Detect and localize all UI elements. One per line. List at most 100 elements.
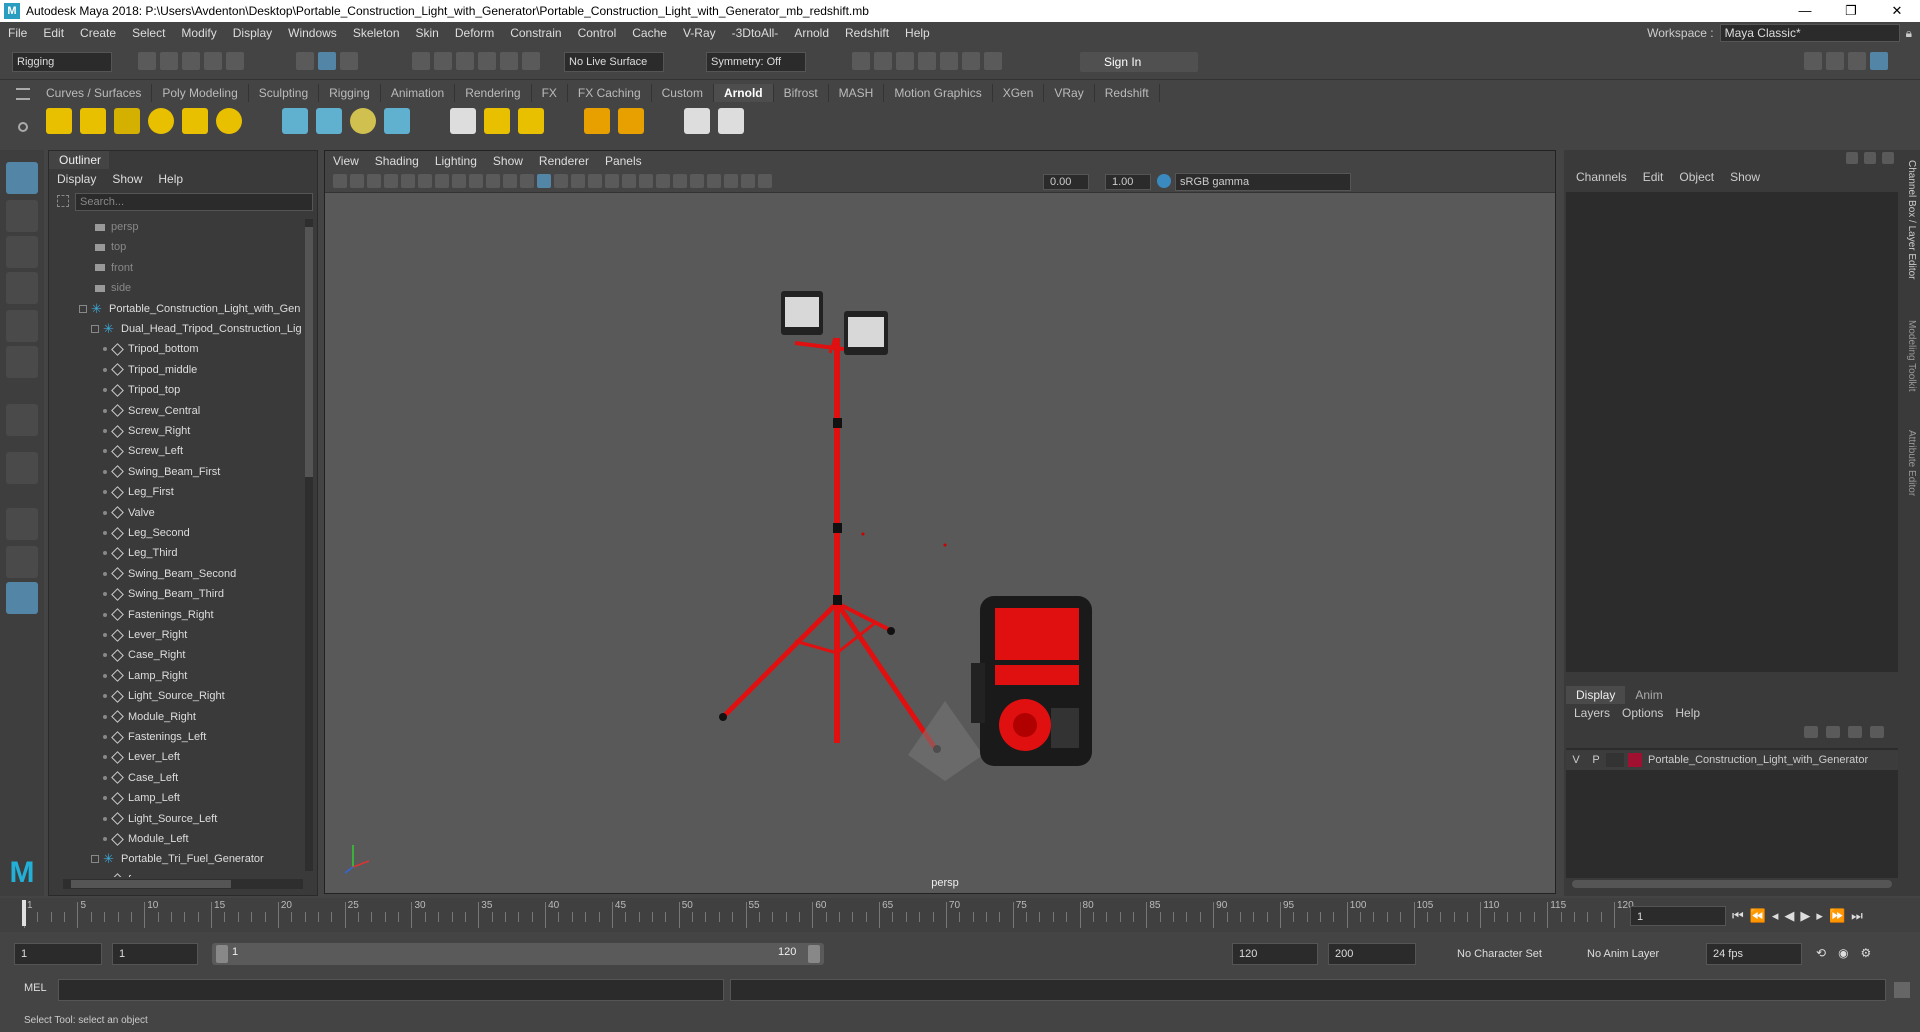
outliner-group-item[interactable]: ✳ Portable_Construction_Light_with_Gen	[79, 299, 300, 319]
outliner-mesh-item[interactable]: Module_Right	[103, 707, 196, 727]
arnold-skydome-light-icon[interactable]	[148, 108, 174, 134]
shelf-tab-motion-graphics[interactable]: Motion Graphics	[884, 84, 993, 102]
shelf-tab-animation[interactable]: Animation	[381, 84, 456, 102]
pause-icon[interactable]	[984, 52, 1002, 70]
expand-toggle-icon[interactable]	[103, 775, 107, 780]
field-chart-icon[interactable]	[469, 174, 483, 188]
open-scene-icon[interactable]	[160, 52, 178, 70]
bookmark-icon[interactable]	[367, 174, 381, 188]
new-scene-icon[interactable]	[138, 52, 156, 70]
play-backward-icon[interactable]: ◀	[1784, 908, 1794, 924]
color-management-icon[interactable]	[1157, 174, 1171, 188]
snap-view-icon[interactable]	[478, 52, 496, 70]
viewport-menu-view[interactable]: View	[325, 154, 367, 168]
expand-toggle-icon[interactable]	[103, 653, 107, 658]
textured-icon[interactable]	[571, 174, 585, 188]
shelf-tab-mash[interactable]: MASH	[829, 84, 885, 102]
collapse-toggle-icon[interactable]	[91, 855, 99, 864]
expand-toggle-icon[interactable]	[103, 367, 107, 372]
channel-box-help-icon[interactable]	[1864, 152, 1876, 164]
expand-toggle-icon[interactable]	[103, 531, 107, 536]
expand-toggle-icon[interactable]	[103, 571, 107, 576]
close-button[interactable]: ✕	[1874, 3, 1920, 19]
film-gate-icon[interactable]	[418, 174, 432, 188]
render-history-icon[interactable]	[852, 52, 870, 70]
outliner-mesh-item[interactable]: Case_Right	[103, 645, 185, 665]
outliner-vertical-scrollbar[interactable]	[305, 219, 313, 871]
expand-toggle-icon[interactable]	[103, 551, 107, 556]
current-time-indicator[interactable]	[22, 900, 26, 926]
select-tool-icon[interactable]	[6, 162, 38, 194]
arnold-flush-quads-icon[interactable]	[518, 108, 544, 134]
time-slider[interactable]: 1 5 10 15 20 25 30 35 40 45 50 55 60 65 70 75 80 85 90 95 10…	[0, 898, 1920, 932]
go-to-end-icon[interactable]: ⏭	[1851, 908, 1863, 924]
current-frame-field[interactable]: 1	[1630, 906, 1726, 926]
step-forward-frame-icon[interactable]: ▸	[1816, 908, 1823, 924]
scene-view[interactable]: persp	[325, 193, 1555, 893]
snap-grid-icon[interactable]	[412, 52, 430, 70]
generator-model[interactable]	[908, 596, 1092, 781]
redo-icon[interactable]	[226, 52, 244, 70]
paint-select-tool-icon[interactable]	[6, 236, 38, 268]
expand-toggle-icon[interactable]	[103, 408, 107, 413]
maximize-button[interactable]: ❐	[1828, 3, 1874, 19]
layer-color-swatch[interactable]	[1628, 753, 1642, 767]
menu-file[interactable]: File	[0, 26, 35, 40]
layer-type-toggle[interactable]	[1606, 753, 1624, 767]
move-layer-down-icon[interactable]	[1826, 726, 1840, 738]
outliner-search-input[interactable]: Search...	[75, 193, 313, 211]
channels-edit-menu[interactable]: Edit	[1635, 170, 1672, 184]
outliner-mesh-item[interactable]: Lamp_Right	[103, 666, 187, 686]
outliner-mesh-item[interactable]: frame	[103, 870, 156, 877]
arnold-render-view-icon[interactable]	[684, 108, 710, 134]
color-space-dropdown[interactable]: sRGB gamma	[1175, 173, 1351, 191]
step-forward-key-icon[interactable]: ⏩	[1829, 908, 1845, 924]
modeling-toolkit-side-tab[interactable]: Modeling Toolkit	[1906, 320, 1917, 392]
expand-toggle-icon[interactable]	[103, 694, 107, 699]
viewport-menu-lighting[interactable]: Lighting	[427, 154, 485, 168]
outliner-camera-item[interactable]: front	[95, 258, 133, 278]
image-plane-icon[interactable]	[384, 174, 398, 188]
arnold-render-icon[interactable]	[718, 108, 744, 134]
xray-icon[interactable]	[690, 174, 704, 188]
outliner-mesh-item[interactable]: Valve	[103, 503, 155, 523]
playback-start-field[interactable]: 1	[112, 943, 198, 965]
display-layer-tab[interactable]: Display	[1566, 686, 1626, 704]
step-back-key-icon[interactable]: ⏪	[1750, 908, 1766, 924]
outliner-camera-item[interactable]: persp	[95, 217, 139, 237]
layer-name[interactable]: Portable_Construction_Light_with_Generat…	[1648, 754, 1868, 766]
default-material-icon[interactable]	[554, 174, 568, 188]
shelf-tab-arnold[interactable]: Arnold	[713, 84, 774, 102]
menu-skin[interactable]: Skin	[408, 26, 447, 40]
arnold-physical-sky-icon[interactable]	[216, 108, 242, 134]
menu-deform[interactable]: Deform	[447, 26, 502, 40]
anim-layer-dropdown[interactable]: No Anim Layer	[1580, 943, 1690, 965]
snap-live-icon[interactable]	[522, 52, 540, 70]
menu-modify[interactable]: Modify	[173, 26, 224, 40]
shelf-tab-xgen[interactable]: XGen	[993, 84, 1045, 102]
shelf-tab-rigging[interactable]: Rigging	[319, 84, 381, 102]
outliner-mesh-item[interactable]: Light_Source_Right	[103, 686, 225, 706]
arnold-flush-all-icon[interactable]	[618, 108, 644, 134]
shelf-menu-icon[interactable]	[16, 88, 30, 100]
auto-key-icon[interactable]: ◉	[1838, 946, 1848, 960]
channel-box-toggle-icon[interactable]	[1846, 152, 1858, 164]
outliner-mesh-item[interactable]: Lever_Left	[103, 747, 180, 767]
arnold-point-light-icon[interactable]	[80, 108, 106, 134]
outliner-mesh-item[interactable]: Light_Source_Left	[103, 809, 217, 829]
layer-help-menu[interactable]: Help	[1669, 706, 1706, 720]
live-surface-field[interactable]: No Live Surface	[564, 52, 664, 72]
tripod-light-model[interactable]	[719, 291, 947, 753]
expand-toggle-icon[interactable]	[103, 510, 107, 515]
layer-row[interactable]: V P Portable_Construction_Light_with_Gen…	[1566, 750, 1898, 770]
wireframe-icon[interactable]	[520, 174, 534, 188]
gate-mask-icon[interactable]	[452, 174, 466, 188]
snap-curve-icon[interactable]	[434, 52, 452, 70]
step-back-frame-icon[interactable]: ◂	[1772, 908, 1779, 924]
outliner-camera-item[interactable]: top	[95, 237, 126, 257]
layer-playback-toggle[interactable]: P	[1586, 754, 1606, 766]
collapse-toggle-icon[interactable]	[91, 325, 99, 334]
expand-toggle-icon[interactable]	[103, 490, 107, 495]
new-layer-icon[interactable]	[1848, 726, 1862, 738]
expand-toggle-icon[interactable]	[103, 429, 107, 434]
